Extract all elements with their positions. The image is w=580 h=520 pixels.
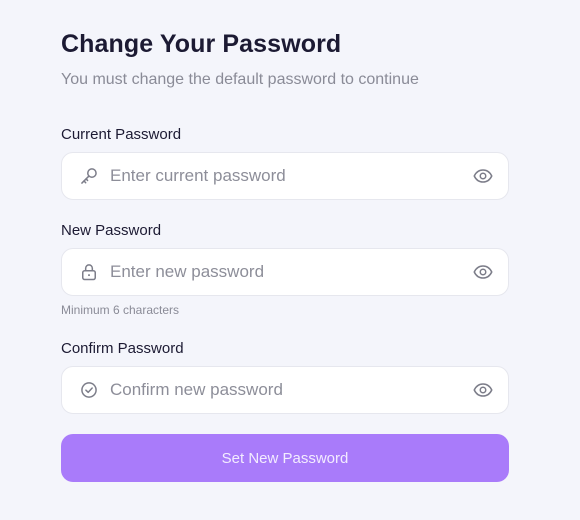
new-password-input[interactable]: [110, 249, 462, 295]
check-circle-icon: [79, 380, 99, 400]
new-password-label: New Password: [61, 222, 162, 239]
confirm-password-field: [61, 366, 509, 414]
password-hint: Minimum 6 characters: [61, 303, 180, 317]
confirm-password-label: Confirm Password: [61, 340, 184, 357]
eye-icon[interactable]: [473, 166, 493, 186]
confirm-password-input[interactable]: [110, 367, 462, 413]
page-subtitle: You must change the default password to …: [61, 71, 419, 88]
current-password-field: [61, 152, 509, 200]
eye-icon[interactable]: [473, 262, 493, 282]
current-password-input[interactable]: [110, 153, 462, 199]
lock-icon: [79, 262, 99, 282]
change-password-form: Change Your Password You must change the…: [0, 0, 580, 520]
page-title: Change Your Password: [61, 30, 342, 58]
new-password-field: [61, 248, 509, 296]
current-password-label: Current Password: [61, 126, 182, 143]
key-icon: [79, 166, 99, 186]
set-new-password-button[interactable]: Set New Password: [61, 434, 509, 482]
eye-icon[interactable]: [473, 380, 493, 400]
